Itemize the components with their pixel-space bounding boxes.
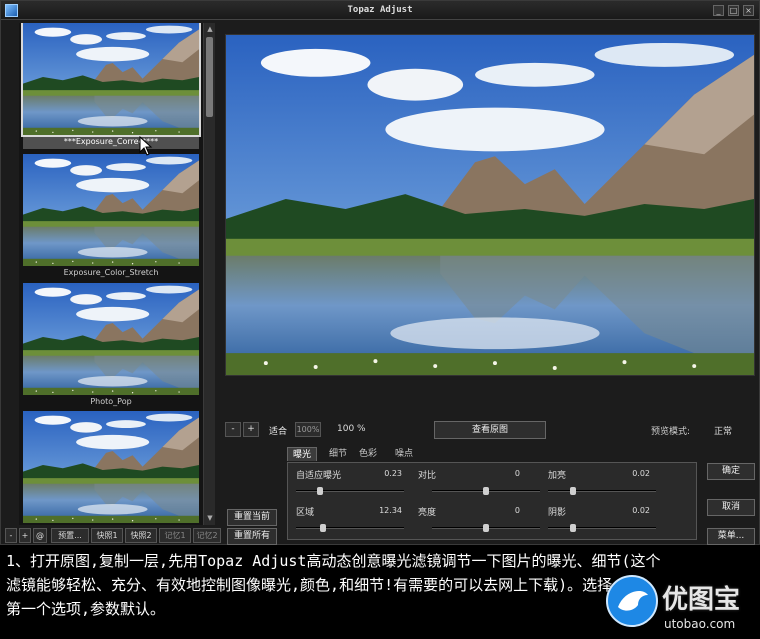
zoom-out-button[interactable]: - — [225, 422, 241, 437]
preset-scrollbar[interactable]: ▲ ▼ — [203, 23, 215, 525]
slider-value: 0 — [514, 469, 520, 478]
maximize-button[interactable]: □ — [728, 5, 739, 16]
window-title: Topaz Adjust — [347, 5, 413, 15]
zoom-in-button[interactable]: + — [243, 422, 259, 437]
shadows-slider[interactable] — [548, 524, 656, 532]
slider-label: 亮度 — [418, 508, 437, 518]
add-preset-button[interactable]: + — [19, 528, 31, 543]
preset-label: ***Exposure_Correct*** — [23, 135, 199, 149]
memory1-button[interactable]: 记忆1 — [159, 528, 191, 543]
preset-thumbnail — [23, 283, 199, 395]
preset-item[interactable]: Exposure_Color_Stretch — [23, 154, 199, 280]
zoom-bar: - + 适合 100% 100 % 查看原图 预览模式: 正常 — [225, 421, 755, 439]
preset-toolbar: - + @ 预置... 快照1 快照2 记忆1 记忆2 — [5, 528, 221, 544]
tab-color[interactable]: 色彩 — [355, 447, 381, 461]
slider-label: 阴影 — [548, 508, 567, 518]
remove-preset-button[interactable]: - — [5, 528, 17, 543]
menu-button[interactable]: 菜单... — [707, 528, 755, 545]
cancel-button[interactable]: 取消 — [707, 499, 755, 516]
scroll-thumb[interactable] — [206, 37, 213, 117]
preset-thumbnail — [23, 154, 199, 266]
slider-knob[interactable] — [483, 487, 489, 495]
preset-thumbnail — [21, 23, 201, 137]
tab-exposure[interactable]: 曝光 — [287, 447, 317, 461]
preset-label: Exposure_Color_Stretch — [63, 268, 159, 277]
snapshot1-button[interactable]: 快照1 — [91, 528, 123, 543]
minimize-button[interactable]: _ — [713, 5, 724, 16]
slider-value: 0.02 — [632, 469, 650, 478]
mouse-cursor-icon — [139, 136, 153, 156]
slider-value: 0.02 — [632, 506, 650, 515]
contrast-slider[interactable] — [432, 487, 540, 495]
preset-item[interactable]: Photo_Pop — [23, 283, 199, 409]
caption-line: 1、打开原图,复制一层,先用Topaz Adjust高动态创意曝光滤镜调节一下图… — [6, 552, 661, 570]
slider-value: 0 — [514, 506, 520, 515]
view-original-button[interactable]: 查看原图 — [434, 421, 546, 439]
close-button[interactable]: × — [743, 5, 754, 16]
app-window: Topaz Adjust _ □ × ***Exposure_Correct**… — [0, 0, 760, 545]
brightness-slider[interactable] — [432, 524, 540, 532]
fit-button[interactable]: 适合 — [269, 424, 287, 437]
tab-noise[interactable]: 噪点 — [391, 447, 417, 461]
scroll-up-icon[interactable]: ▲ — [205, 24, 215, 34]
at-button[interactable]: @ — [33, 528, 47, 543]
title-bar[interactable]: Topaz Adjust _ □ × — [1, 1, 759, 20]
snapshot2-button[interactable]: 快照2 — [125, 528, 157, 543]
image-preview[interactable] — [225, 34, 755, 376]
preset-menu-button[interactable]: 预置... — [51, 528, 89, 543]
memory2-button[interactable]: 记忆2 — [193, 528, 221, 543]
preset-label: Photo_Pop — [90, 397, 132, 406]
preset-item[interactable]: ***Exposure_Correct*** — [21, 23, 201, 149]
reset-all-button[interactable]: 重置所有 — [227, 528, 277, 545]
preset-label — [23, 523, 199, 525]
brighten-slider[interactable] — [548, 487, 656, 495]
slider-knob[interactable] — [483, 524, 489, 532]
tab-detail[interactable]: 细节 — [325, 447, 351, 461]
adaptive-exposure-slider[interactable] — [296, 487, 404, 495]
preview-mode-label: 预览模式: — [651, 427, 691, 437]
watermark: 优图宝 utobao.com — [606, 575, 756, 637]
watermark-url: utobao.com — [664, 617, 736, 631]
bird-logo-icon — [606, 575, 658, 627]
adjustment-panel: 曝光 细节 色彩 噪点 自适应曝光 0.23 对比 0 加亮 0.02 区域 1… — [285, 447, 701, 543]
reset-current-button[interactable]: 重置当前 — [227, 509, 277, 526]
slider-label: 区域 — [296, 508, 315, 518]
slider-label: 加亮 — [548, 471, 567, 481]
slider-knob[interactable] — [569, 487, 576, 495]
zoom-100-button[interactable]: 100% — [295, 422, 321, 437]
preset-list: ***Exposure_Correct*** Exposure_Color_St… — [19, 23, 215, 525]
slider-label: 自适应曝光 — [296, 471, 342, 481]
slider-group: 自适应曝光 0.23 对比 0 加亮 0.02 区域 12.34 亮度 0 阴影… — [287, 462, 697, 540]
slider-knob[interactable] — [569, 524, 576, 532]
watermark-name: 优图宝 — [662, 585, 741, 615]
slider-value: 0.23 — [384, 469, 402, 478]
slider-label: 对比 — [418, 471, 437, 481]
zoom-percent: 100 % — [337, 424, 366, 434]
preset-thumbnail — [23, 411, 199, 523]
slider-value: 12.34 — [379, 506, 402, 515]
slider-knob[interactable] — [320, 524, 326, 532]
ok-button[interactable]: 确定 — [707, 463, 755, 480]
preview-mode-value[interactable]: 正常 — [714, 424, 732, 437]
scroll-down-icon[interactable]: ▼ — [205, 513, 215, 523]
preset-item[interactable] — [23, 411, 199, 525]
slider-knob[interactable] — [316, 487, 323, 495]
regions-slider[interactable] — [296, 524, 404, 532]
